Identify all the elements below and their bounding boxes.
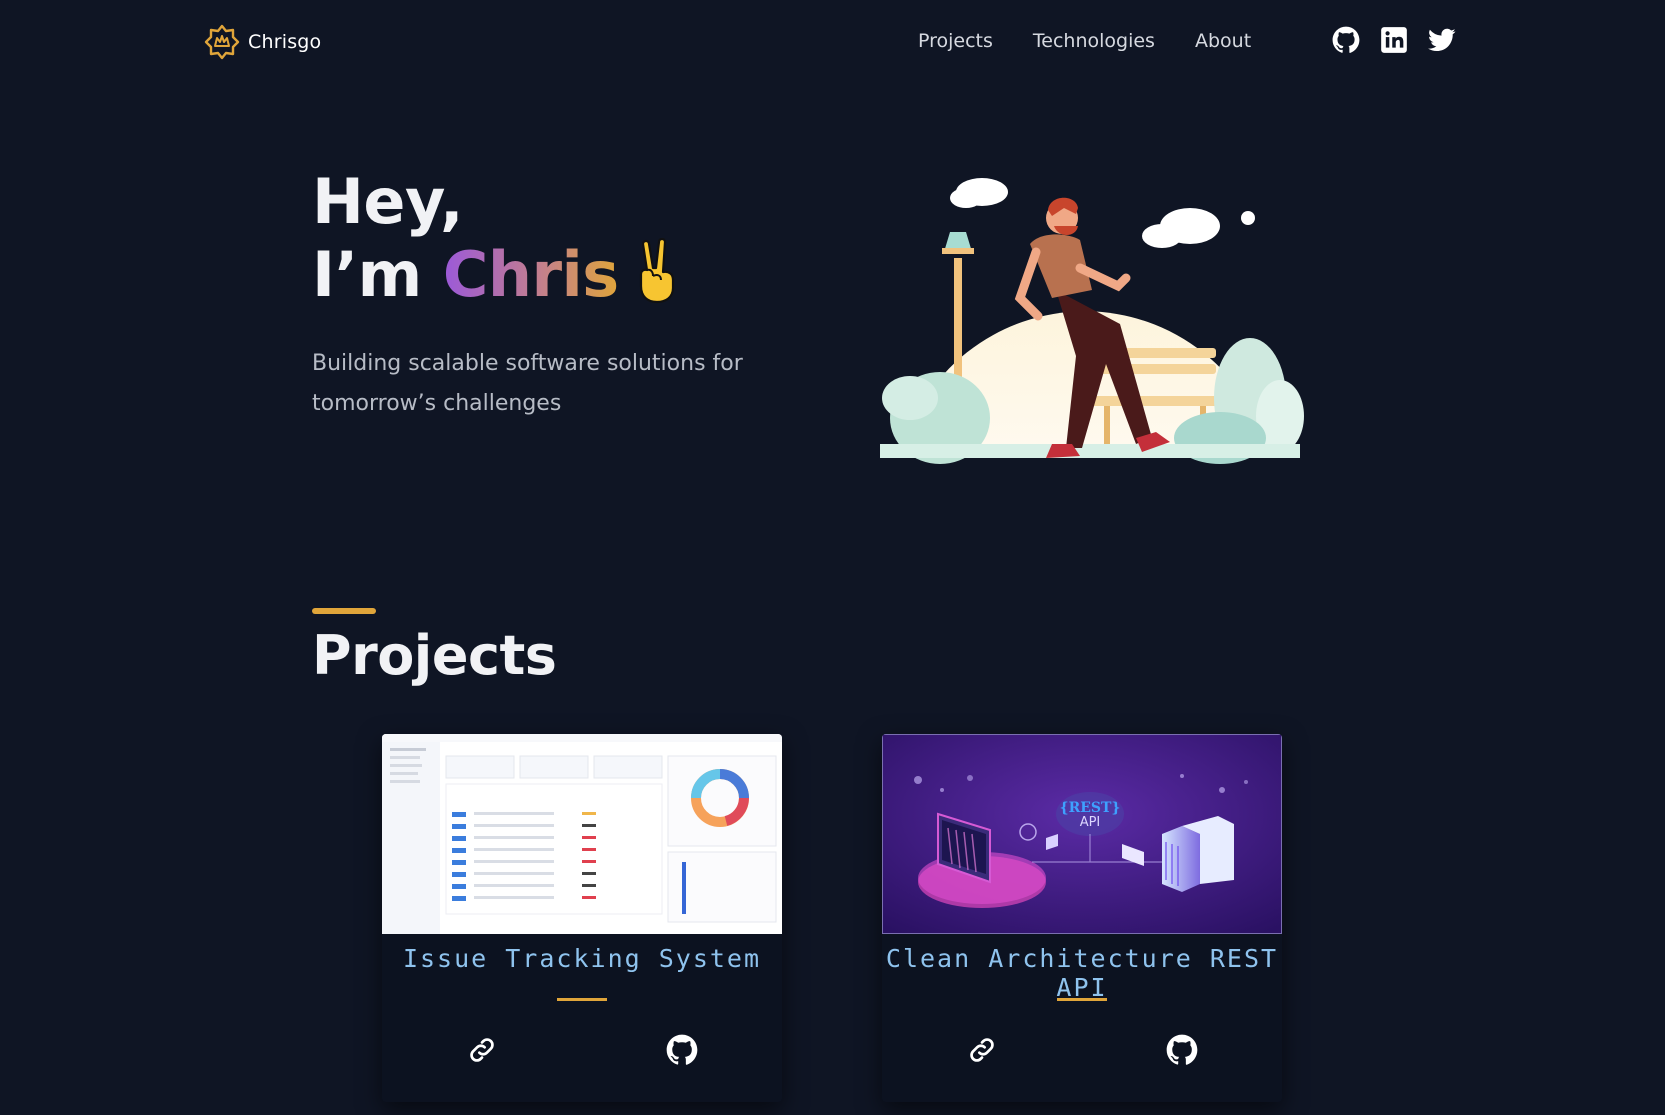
link-icon [970, 1038, 994, 1062]
twitter-link[interactable] [1428, 26, 1456, 54]
api-label-text: API [1080, 815, 1101, 830]
brand-logo-icon [204, 24, 240, 60]
nav-links: Projects Technologies About [918, 30, 1251, 52]
github-link[interactable] [1332, 26, 1360, 54]
project-repo-link[interactable] [1166, 1034, 1198, 1066]
project-title: Issue Tracking System [402, 944, 762, 973]
hero-name: Chris [442, 238, 619, 311]
hero-im: I’m [312, 238, 422, 311]
linkedin-icon [1381, 27, 1407, 53]
hero-walking-man-illustration [880, 178, 1304, 464]
projects-accent-bar [312, 608, 376, 614]
twitter-icon [1428, 28, 1456, 52]
project-thumbnail-dashboard [382, 734, 782, 934]
project-thumbnail-rest-api: {REST} API [882, 734, 1282, 934]
hero-greeting: Hey, [312, 165, 464, 238]
link-icon [470, 1038, 494, 1062]
victory-hand-icon [639, 238, 674, 304]
rest-badge-text: {REST} [1060, 800, 1121, 816]
project-accent-bar [1057, 998, 1107, 1001]
project-accent-bar [557, 998, 607, 1001]
top-nav: Chrisgo Projects Technologies About [0, 0, 1665, 86]
brand-home-link[interactable]: Chrisgo [204, 24, 321, 60]
project-repo-link[interactable] [666, 1034, 698, 1066]
brand-name: Chrisgo [248, 31, 322, 53]
project-card-clean-architecture[interactable]: {REST} API Clean Architecture REST API [882, 734, 1282, 1102]
project-actions [382, 1034, 782, 1074]
nav-link-projects[interactable]: Projects [918, 30, 993, 52]
github-icon [1332, 26, 1360, 53]
github-icon [1166, 1034, 1198, 1065]
nav-link-about[interactable]: About [1195, 30, 1251, 52]
project-actions [882, 1034, 1282, 1074]
project-live-link[interactable] [966, 1034, 998, 1066]
social-links [1332, 26, 1456, 54]
hero-subtitle: Building scalable software solutions for… [312, 351, 743, 416]
project-title: Clean Architecture REST API [885, 944, 1279, 1002]
nav-link-technologies[interactable]: Technologies [1033, 30, 1155, 52]
linkedin-link[interactable] [1380, 26, 1408, 54]
project-live-link[interactable] [466, 1034, 498, 1066]
hero-title: Hey, I’m Chris [312, 166, 683, 311]
projects-section-title: Projects [312, 624, 557, 687]
project-card-issue-tracking[interactable]: Issue Tracking System [382, 734, 782, 1102]
github-icon [666, 1034, 698, 1065]
